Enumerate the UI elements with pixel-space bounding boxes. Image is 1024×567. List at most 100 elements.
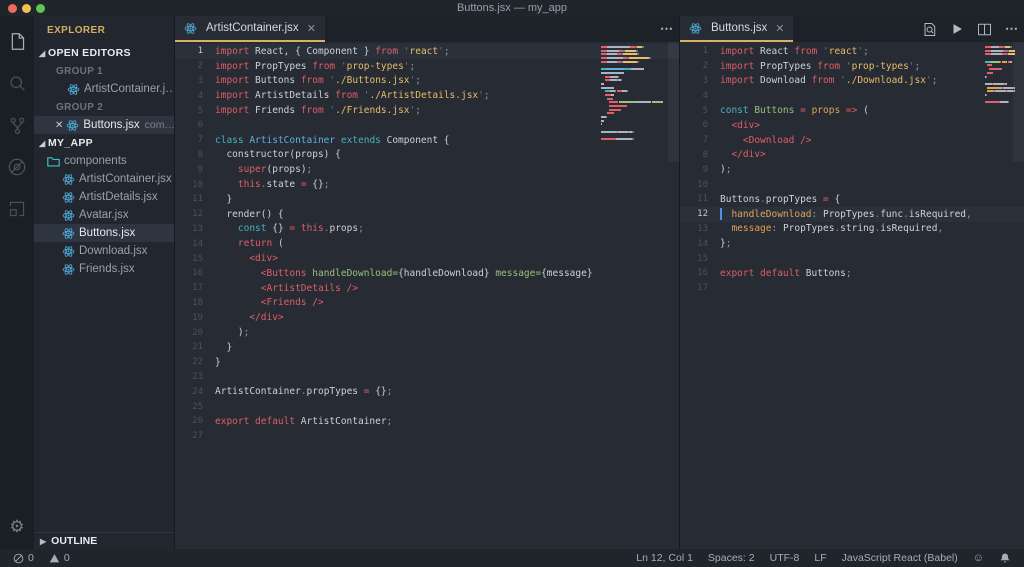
code-line-11[interactable]: 11Buttons.propTypes = {: [680, 192, 1024, 207]
code-line-8[interactable]: 8 constructor(props) {: [175, 148, 679, 163]
status-utf-8[interactable]: UTF-8: [765, 552, 805, 564]
code-line-5[interactable]: 5const Buttons = props => (: [680, 103, 1024, 118]
status-warning-triangle[interactable]: 0: [44, 552, 75, 564]
source-control-icon[interactable]: [4, 112, 30, 138]
code-line-15[interactable]: 15 <div>: [175, 251, 679, 266]
item-label: Buttons.jsx: [79, 227, 135, 239]
status-ln-12-col-1[interactable]: Ln 12, Col 1: [631, 552, 698, 564]
code-line-21[interactable]: 21 }: [175, 340, 679, 355]
folder-icon: [47, 156, 60, 167]
line-number: 14: [175, 239, 215, 249]
open-editor-item-artistcontainer-j-[interactable]: ArtistContainer.j…: [34, 80, 174, 98]
tree-item-artistdetails-jsx[interactable]: ArtistDetails.jsx: [34, 188, 174, 206]
code-line-16[interactable]: 16export default Buttons;: [680, 266, 1024, 281]
smiley-icon[interactable]: ☺: [968, 552, 989, 564]
section-header-open-editors[interactable]: ◢OPEN EDITORS: [34, 44, 174, 62]
tree-item-download-jsx[interactable]: Download.jsx: [34, 242, 174, 260]
code-line-10[interactable]: 10: [680, 177, 1024, 192]
open-preview-icon[interactable]: [922, 22, 937, 37]
tree-item-friends-jsx[interactable]: Friends.jsx: [34, 260, 174, 278]
search-icon[interactable]: [4, 70, 30, 96]
code-line-2[interactable]: 2import PropTypes from 'prop-types';: [680, 59, 1024, 74]
chevron-down-icon: ◢: [39, 139, 48, 148]
bell-icon[interactable]: [994, 552, 1016, 564]
item-label: Buttons.jsx: [83, 119, 139, 131]
code-line-13[interactable]: 13 const {} = this.props;: [175, 222, 679, 237]
code-line-1[interactable]: 1import React from 'react';: [680, 44, 1024, 59]
code-line-17[interactable]: 17 <ArtistDetails />: [175, 281, 679, 296]
close-tab-icon[interactable]: ✕: [775, 22, 784, 35]
code-line-16[interactable]: 16 <Buttons handleDownload={handleDownlo…: [175, 266, 679, 281]
code-line-13[interactable]: 13 message: PropTypes.string.isRequired,: [680, 222, 1024, 237]
scrollbar[interactable]: [668, 42, 679, 162]
code-line-12[interactable]: 12 handleDownload: PropTypes.func.isRequ…: [680, 207, 1024, 222]
extensions-icon[interactable]: [4, 196, 30, 222]
status-spaces-2[interactable]: Spaces: 2: [703, 552, 760, 564]
code-line-14[interactable]: 14};: [680, 236, 1024, 251]
code-line-14[interactable]: 14 return (: [175, 236, 679, 251]
code-line-24[interactable]: 24ArtistContainer.propTypes = {};: [175, 384, 679, 399]
line-number: 7: [680, 135, 720, 145]
status-javascript-react-babel-[interactable]: JavaScript React (Babel): [837, 552, 963, 564]
explorer-sidebar: EXPLORER ◢OPEN EDITORSGROUP 1ArtistConta…: [34, 16, 175, 549]
code-line-17[interactable]: 17: [680, 281, 1024, 296]
more-actions[interactable]: ⋯: [1005, 21, 1018, 37]
run-code-icon[interactable]: [950, 22, 964, 36]
item-label: ArtistContainer.jsx: [79, 173, 172, 185]
tab-buttons-jsx[interactable]: Buttons.jsx ✕: [680, 16, 793, 42]
explorer-icon[interactable]: [4, 28, 30, 54]
split-editor-icon[interactable]: [977, 22, 992, 37]
code-line-7[interactable]: 7 <Download />: [680, 133, 1024, 148]
chevron-right-icon: ▶: [40, 537, 46, 546]
item-label: ArtistContainer.j…: [84, 83, 174, 95]
section-header-my-app[interactable]: ◢MY_APP: [34, 134, 174, 152]
settings-gear-icon[interactable]: ⚙: [9, 518, 24, 535]
code-text: export default ArtistContainer;: [215, 416, 392, 427]
close-tab-icon[interactable]: ✕: [307, 22, 316, 35]
code-line-9[interactable]: 9);: [680, 162, 1024, 177]
tree-item-artistcontainer-jsx[interactable]: ArtistContainer.jsx: [34, 170, 174, 188]
editor-group-label: GROUP 1: [34, 62, 174, 80]
code-editor-artistcontainer[interactable]: 1import React, { Component } from 'react…: [175, 42, 679, 549]
code-line-25[interactable]: 25: [175, 399, 679, 414]
code-line-22[interactable]: 22}: [175, 355, 679, 370]
editor-group-1: ArtistContainer.jsx ✕ ⋯ 1import React, {…: [175, 16, 680, 549]
code-text: message: PropTypes.string.isRequired,: [720, 223, 943, 234]
code-line-23[interactable]: 23: [175, 370, 679, 385]
code-line-6[interactable]: 6 <div>: [680, 118, 1024, 133]
line-number: 17: [680, 283, 720, 293]
status-error-circle[interactable]: 0: [8, 552, 39, 564]
item-label: Avatar.jsx: [79, 209, 129, 221]
code-line-9[interactable]: 9 super(props);: [175, 162, 679, 177]
code-text: import React from 'react';: [720, 46, 869, 57]
debug-icon[interactable]: [4, 154, 30, 180]
code-text: const {} = this.props;: [215, 223, 364, 234]
close-editor-icon[interactable]: ✕: [55, 120, 63, 131]
status-lf[interactable]: LF: [809, 552, 831, 564]
code-line-10[interactable]: 10 this.state = {};: [175, 177, 679, 192]
window-title: Buttons.jsx — my_app: [0, 2, 1024, 14]
code-line-18[interactable]: 18 <Friends />: [175, 296, 679, 311]
more-actions[interactable]: ⋯: [660, 21, 673, 37]
code-line-15[interactable]: 15: [680, 251, 1024, 266]
tree-item-buttons-jsx[interactable]: Buttons.jsx: [34, 224, 174, 242]
line-number: 11: [175, 194, 215, 204]
code-line-27[interactable]: 27: [175, 429, 679, 444]
open-editor-item-buttons-jsx[interactable]: ✕Buttons.jsxcom…: [34, 116, 174, 134]
tree-item-avatar-jsx[interactable]: Avatar.jsx: [34, 206, 174, 224]
tree-item-components[interactable]: components: [34, 152, 174, 170]
scrollbar[interactable]: [1013, 42, 1024, 162]
code-line-12[interactable]: 12 render() {: [175, 207, 679, 222]
tab-artistcontainer-jsx[interactable]: ArtistContainer.jsx ✕: [175, 16, 325, 42]
minimap[interactable]: [601, 46, 663, 146]
code-line-3[interactable]: 3import Download from './Download.jsx';: [680, 74, 1024, 89]
minimap[interactable]: [985, 46, 1015, 109]
code-editor-buttons[interactable]: 1import React from 'react';2import PropT…: [680, 42, 1024, 549]
code-line-19[interactable]: 19 </div>: [175, 310, 679, 325]
code-line-20[interactable]: 20 );: [175, 325, 679, 340]
code-line-8[interactable]: 8 </div>: [680, 148, 1024, 163]
code-line-4[interactable]: 4: [680, 88, 1024, 103]
outline-section-header[interactable]: ▶ OUTLINE: [34, 532, 174, 549]
code-line-11[interactable]: 11 }: [175, 192, 679, 207]
code-line-26[interactable]: 26export default ArtistContainer;: [175, 414, 679, 429]
